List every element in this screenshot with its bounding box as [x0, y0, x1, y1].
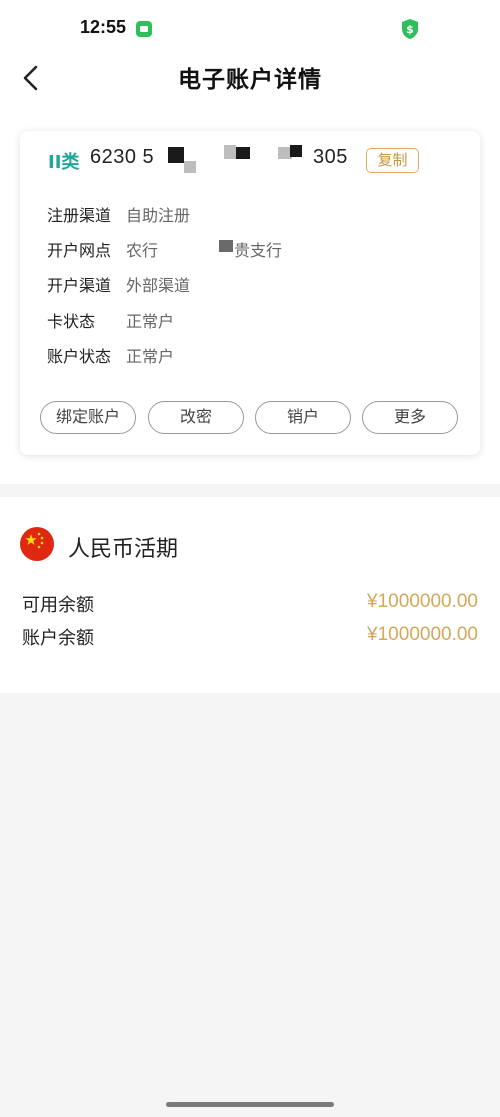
info-value: 自助注册	[126, 206, 191, 225]
screen: 12:55 $ 电子账户详情 II类 6230 5 305 复制 注册渠道 自助…	[0, 0, 500, 1117]
copy-button[interactable]: 复制	[366, 148, 419, 173]
message-icon	[136, 21, 152, 37]
close-account-button[interactable]: 销户	[255, 401, 351, 434]
account-card: II类 6230 5 305 复制 注册渠道 自助注册 开户网点 农行 贵支行 …	[20, 131, 480, 455]
info-label: 账户状态	[47, 347, 112, 366]
info-value: 正常户	[126, 312, 175, 331]
available-balance-row: 可用余额 ¥1000000.00	[22, 591, 478, 619]
status-bar: 12:55 $	[0, 0, 500, 56]
redaction-mask	[290, 145, 302, 157]
info-value: 外部渠道	[126, 276, 191, 295]
account-type-badge: II类	[48, 152, 80, 173]
info-label: 开户网点	[47, 241, 112, 260]
redaction-mask	[236, 147, 250, 159]
redaction-mask	[168, 147, 184, 163]
bind-account-button[interactable]: 绑定账户	[40, 401, 136, 434]
header-area: 12:55 $ 电子账户详情 II类 6230 5 305 复制 注册渠道 自助…	[0, 0, 500, 484]
status-time: 12:55	[80, 17, 127, 37]
balance-value: ¥1000000.00	[367, 591, 478, 612]
china-flag-icon	[20, 527, 54, 561]
change-password-button[interactable]: 改密	[148, 401, 244, 434]
card-header: II类 6230 5 305 复制	[20, 145, 480, 175]
shield-dollar-icon: $	[402, 19, 418, 39]
page-title: 电子账户详情	[178, 67, 322, 93]
svg-text:$: $	[406, 23, 414, 36]
account-balance-row: 账户余额 ¥1000000.00	[22, 624, 478, 652]
nav-bar: 电子账户详情	[0, 56, 500, 112]
info-label: 卡状态	[47, 312, 96, 331]
info-value: 农行	[126, 241, 159, 260]
redaction-mask	[219, 240, 233, 252]
info-value-suffix: 贵支行	[234, 241, 283, 260]
currency-name: 人民币活期	[68, 537, 179, 562]
balance-label: 可用余额	[22, 595, 94, 616]
balance-label: 账户余额	[22, 628, 94, 649]
home-indicator[interactable]	[166, 1102, 334, 1107]
redaction-mask	[184, 161, 196, 173]
balance-value: ¥1000000.00	[367, 624, 478, 645]
info-label: 注册渠道	[47, 206, 112, 225]
info-value: 正常户	[126, 347, 175, 366]
account-number-suffix: 305	[313, 146, 348, 168]
currency-section: 人民币活期 可用余额 ¥1000000.00 账户余额 ¥1000000.00	[0, 497, 500, 693]
action-row: 绑定账户 改密 销户 更多	[40, 401, 460, 435]
more-button[interactable]: 更多	[362, 401, 458, 434]
info-label: 开户渠道	[47, 276, 112, 295]
account-number-prefix: 6230 5	[90, 146, 155, 168]
redaction-mask	[224, 145, 236, 159]
